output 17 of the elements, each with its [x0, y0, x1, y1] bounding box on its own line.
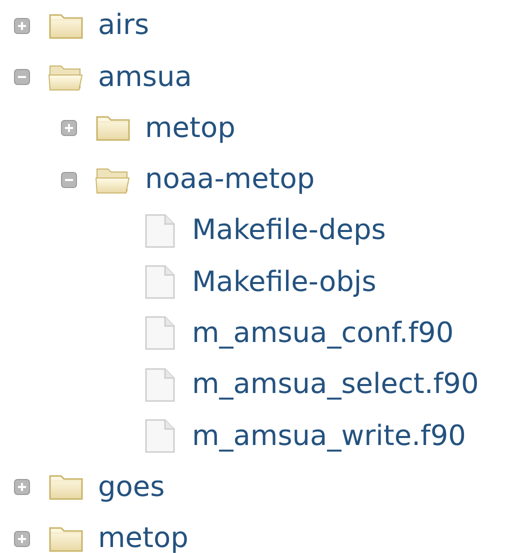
expand-icon[interactable]	[14, 18, 30, 34]
folder-name[interactable]: metop	[98, 523, 188, 553]
file-name[interactable]: m_amsua_select.f90	[192, 369, 479, 400]
expand-icon[interactable]	[14, 479, 30, 496]
file-name[interactable]: m_amsua_write.f90	[192, 420, 466, 452]
folder-name[interactable]: metop	[145, 112, 236, 144]
folder-name[interactable]: amsua	[98, 62, 192, 92]
expand-icon[interactable]	[61, 120, 77, 136]
collapse-icon[interactable]	[61, 172, 77, 188]
folder-name[interactable]: airs	[98, 10, 150, 42]
collapse-icon[interactable]	[14, 68, 30, 85]
folder-name[interactable]: noaa-metop	[145, 164, 315, 195]
file-name[interactable]: Makefile-deps	[192, 215, 386, 246]
file-name[interactable]: m_amsua_conf.f90	[192, 318, 454, 349]
folder-name[interactable]: goes	[98, 472, 165, 503]
expand-icon[interactable]	[14, 530, 30, 547]
file-name[interactable]: Makefile-objs	[192, 266, 376, 298]
